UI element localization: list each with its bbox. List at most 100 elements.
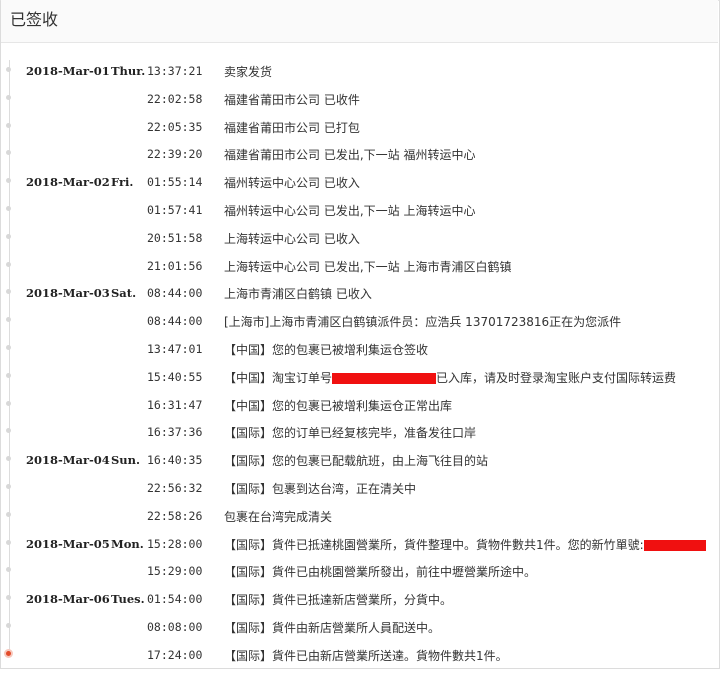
event-date: 2018-Mar-02 xyxy=(26,175,110,190)
event-description: 【国际】包裹到达台湾，正在清关中 xyxy=(224,480,416,497)
event-description: 福建省莆田市公司 已打包 xyxy=(224,119,360,136)
event-text: 上海转运中心公司 已收入 xyxy=(224,231,360,246)
tracking-event-row: 22:02:58 福建省莆田市公司 已收件 xyxy=(0,89,720,117)
event-weekday: Mon. xyxy=(111,536,144,551)
timeline-dot xyxy=(6,456,11,462)
event-date: 2018-Mar-05 xyxy=(26,536,110,551)
event-date: 2018-Mar-03 xyxy=(26,286,110,301)
event-description: 【国际】貨件已抵達新店營業所，分貨中。 xyxy=(224,591,452,608)
event-time: 20:51:58 xyxy=(147,230,203,245)
event-weekday: Thur. xyxy=(111,64,146,78)
event-time: 22:39:20 xyxy=(147,147,203,162)
event-text: 【国际】貨件已抵達桃園營業所，貨件整理中。貨物件數共1件。您的新竹單號: xyxy=(224,537,644,552)
event-weekday: Fri. xyxy=(111,175,134,190)
tracking-event-row: 13:47:01 【中国】您的包裹已被增利集运仓签收 xyxy=(0,339,720,367)
event-weekday: Sun. xyxy=(111,453,141,468)
timeline-dot xyxy=(6,94,11,100)
event-text: 【国际】貨件由新店營業所人員配送中。 xyxy=(224,621,441,635)
event-date: 2018-Mar-06 xyxy=(26,592,110,607)
timeline-dot xyxy=(6,345,11,350)
event-time: 16:40:35 xyxy=(147,453,203,468)
tracking-event-row: 2018-Mar-02 Fri. 01:55:14 福州转运中心公司 已收入 xyxy=(0,172,720,200)
event-description: 上海转运中心公司 已收入 xyxy=(224,230,360,247)
event-time: 22:58:26 xyxy=(147,508,203,523)
event-description: 福建省莆田市公司 已收件 xyxy=(224,91,360,108)
timeline-dot xyxy=(6,400,11,406)
timeline-dot xyxy=(6,233,11,239)
event-time: 08:44:00 xyxy=(147,314,203,329)
tracking-event-row: 16:31:47 【中国】您的包裹已被增利集运仓正常出库 xyxy=(0,395,720,423)
event-text: 【国际】包裹到达台湾，正在清关中 xyxy=(224,482,417,496)
event-time: 17:24:00 xyxy=(147,647,203,662)
event-description: 卖家发货 xyxy=(224,63,272,80)
tracking-event-row: 16:37:36 【国际】您的订单已经复核完毕，准备发往口岸 xyxy=(0,422,720,450)
event-text: 上海转运中心公司 已发出,下一站 上海市青浦区白鹤镇 xyxy=(224,259,512,274)
tracking-event-row: 2018-Mar-06 Tues. 01:54:00 【国际】貨件已抵達新店營業所，分… xyxy=(0,589,720,617)
event-time: 15:28:00 xyxy=(147,536,203,551)
event-description: 福建省莆田市公司 已发出,下一站 福州转运中心 xyxy=(224,146,475,163)
timeline-dot xyxy=(6,206,11,211)
tracking-event-row: 20:51:58 上海转运中心公司 已收入 xyxy=(0,228,720,256)
panel-header: 已签收 xyxy=(1,0,718,43)
event-text: 【国际】您的订单已经复核完毕，准备发往口岸 xyxy=(224,426,477,441)
event-text: 【国际】貨件已由桃園營業所發出，前往中壢營業所途中。 xyxy=(224,565,537,580)
event-text: 【国际】貨件已抵達新店營業所，分貨中。 xyxy=(224,593,453,608)
tracking-event-row: 21:01:56 上海转运中心公司 已发出,下一站 上海市青浦区白鹤镇 xyxy=(0,256,720,284)
event-description: 【国际】貨件已抵達桃園營業所，貨件整理中。貨物件數共1件。您的新竹單號: xyxy=(224,536,706,553)
timeline-dot xyxy=(6,623,11,628)
redacted-tracking-number xyxy=(643,539,706,551)
redacted-tracking-number xyxy=(332,372,437,384)
event-text: 【中国】您的包裹已被增利集运仓正常出库 xyxy=(224,398,453,413)
event-time: 22:02:58 xyxy=(147,91,203,106)
timeline-dot xyxy=(6,567,11,573)
event-text: 卖家发货 xyxy=(224,65,273,79)
event-time: 13:47:01 xyxy=(147,342,203,356)
tracking-event-row: 08:08:00 【国际】貨件由新店營業所人員配送中。 xyxy=(0,617,720,645)
tracking-event-row: 2018-Mar-04 Sun. 16:40:35 【国际】您的包裹已配载航班，由上海… xyxy=(0,450,720,478)
tracking-event-row: 08:44:00 [上海市]上海市青浦区白鹤镇派件员：应浩兵 1370172381… xyxy=(0,311,720,339)
tracking-event-row: 22:56:32 【国际】包裹到达台湾，正在清关中 xyxy=(0,478,720,506)
timeline-dot xyxy=(6,67,11,72)
event-time: 01:55:14 xyxy=(147,175,203,190)
event-time: 15:40:55 xyxy=(147,369,203,384)
tracking-event-row: 15:40:55 【中国】淘宝订单号 已入库，请及时登录淘宝账户支付国际转运费 xyxy=(0,367,720,395)
event-time: 01:54:00 xyxy=(147,592,203,607)
tracking-event-row: 2018-Mar-03 Sat. 08:44:00 上海市青浦区白鹤镇 已收入 xyxy=(0,283,720,311)
tracking-event-row: 01:57:41 福州转运中心公司 已发出,下一站 上海转运中心 xyxy=(0,200,720,228)
timeline-dot xyxy=(6,289,11,295)
timeline-dot xyxy=(6,595,11,601)
event-text: 包裹在台湾完成清关 xyxy=(224,509,333,524)
event-time: 16:31:47 xyxy=(147,397,203,412)
timeline-dot xyxy=(6,372,11,378)
event-time: 01:57:41 xyxy=(147,203,203,217)
timeline-current-dot xyxy=(4,648,13,658)
timeline-dot xyxy=(6,122,11,128)
event-text: 【国际】您的包裹已配载航班，由上海飞往目的站 xyxy=(224,454,489,469)
event-text: 【中国】您的包裹已被增利集运仓签收 xyxy=(224,343,429,357)
event-description: 【国际】貨件已由新店營業所送達。貨物件數共1件。 xyxy=(224,647,508,664)
timeline-dot xyxy=(6,261,11,267)
event-description: 【中国】您的包裹已被增利集运仓正常出库 xyxy=(224,397,452,414)
tracking-event-row: 2018-Mar-01 Thur. 13:37:21 卖家发货 xyxy=(0,61,720,89)
tracking-event-row: 2018-Mar-05 Mon. 15:28:00 【国际】貨件已抵達桃園營業所，貨件… xyxy=(0,534,720,562)
event-weekday: Tues. xyxy=(111,592,145,607)
event-text: 【国际】貨件已由新店營業所送達。貨物件數共1件。 xyxy=(224,648,508,663)
event-time: 13:37:21 xyxy=(147,64,203,78)
event-description: 【中国】您的包裹已被增利集运仓签收 xyxy=(224,341,428,358)
timeline-dot xyxy=(6,511,11,517)
event-description: 【国际】貨件已由桃園營業所發出，前往中壢營業所途中。 xyxy=(224,563,536,580)
event-description: 【国际】您的订单已经复核完毕，准备发往口岸 xyxy=(224,424,476,441)
event-date: 2018-Mar-01 xyxy=(26,64,110,78)
event-time: 16:37:36 xyxy=(147,425,203,440)
tracking-event-row: 22:39:20 福建省莆田市公司 已发出,下一站 福州转运中心 xyxy=(0,144,720,172)
event-text: 福建省莆田市公司 已发出,下一站 福州转运中心 xyxy=(224,148,476,163)
event-description: 包裹在台湾完成清关 xyxy=(224,508,332,525)
timeline-dot xyxy=(6,484,11,489)
tracking-event-row: 15:29:00 【国际】貨件已由桃園營業所發出，前往中壢營業所途中。 xyxy=(0,561,720,589)
timeline-dot xyxy=(6,539,11,545)
event-text: 福州转运中心公司 已收入 xyxy=(224,176,360,191)
timeline-dot xyxy=(6,150,11,156)
timeline-dot xyxy=(6,317,11,323)
event-text: 福建省莆田市公司 已打包 xyxy=(224,120,360,135)
tracking-event-row: 22:58:26 包裹在台湾完成清关 xyxy=(0,506,720,534)
